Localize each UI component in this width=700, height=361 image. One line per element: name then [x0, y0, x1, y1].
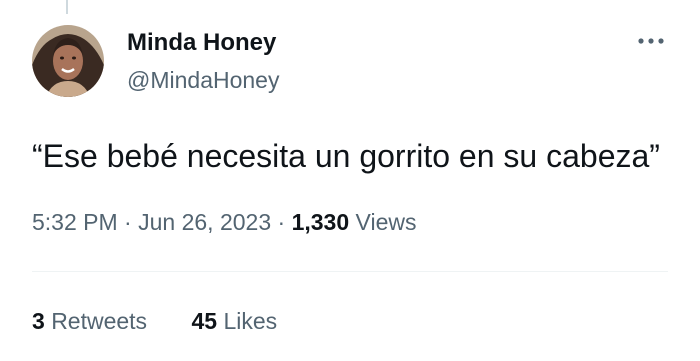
retweets-label: Retweets [51, 308, 148, 334]
likes-label: Likes [223, 308, 278, 334]
author-name[interactable]: Minda Honey [127, 28, 276, 58]
retweets-stat-link[interactable]: 3 Retweets [32, 306, 147, 336]
likes-count: 45 [191, 308, 218, 334]
tweet-text: “Ese bebé necesita un gorrito en su cabe… [32, 138, 660, 174]
retweets-count: 3 [32, 308, 45, 334]
views-label: Views [355, 209, 417, 235]
thread-connector-line [66, 0, 68, 14]
meta-separator: · [277, 209, 286, 235]
meta-separator: · [124, 209, 132, 235]
tweet-metadata: 5:32 PM · Jun 26, 2023 · 1,330 Views [32, 207, 416, 237]
engagement-stats: 3 Retweets 45 Likes [32, 306, 277, 336]
likes-stat-link[interactable]: 45 Likes [191, 306, 277, 336]
more-dots-icon [638, 38, 664, 44]
author-handle[interactable]: @MindaHoney [127, 65, 279, 95]
views-count: 1,330 [291, 209, 350, 235]
tweet-date[interactable]: Jun 26, 2023 [138, 209, 271, 235]
tweet-time[interactable]: 5:32 PM [32, 209, 118, 235]
divider [32, 271, 668, 272]
more-options-button[interactable] [634, 30, 668, 52]
avatar[interactable] [32, 25, 104, 97]
